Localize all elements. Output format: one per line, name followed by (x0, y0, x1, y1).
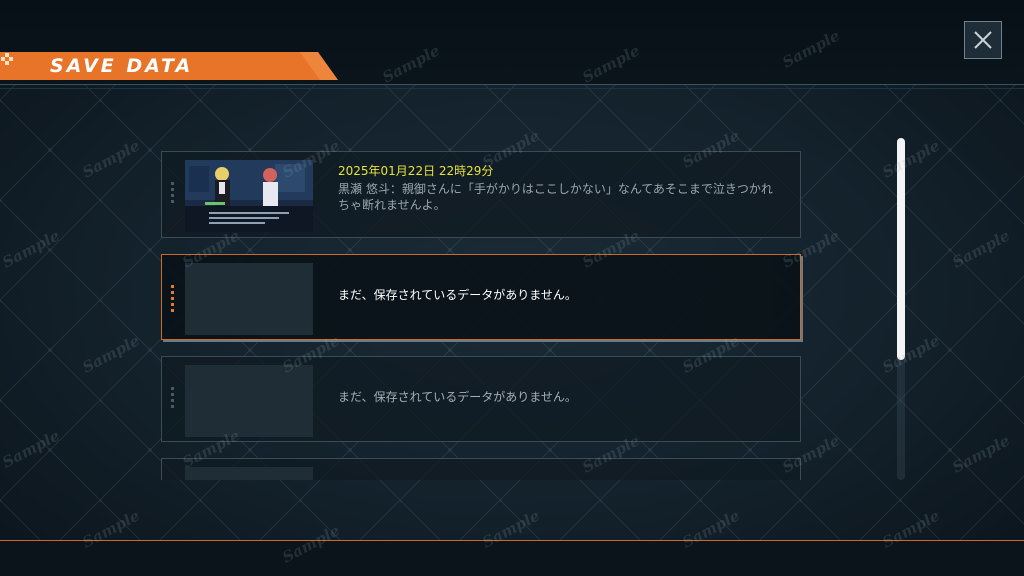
slot-indicator (171, 285, 175, 315)
empty-thumbnail (185, 263, 313, 335)
bottom-band (0, 541, 1024, 576)
save-slot-1[interactable]: 2025年01月22日 22時29分 黒瀬 悠斗：親御さんに「手がかりはここしか… (161, 151, 801, 238)
save-data-screen: SAVE DATA 2025年01月22日 22時29分 黒瀬 悠斗：親御さんに… (0, 0, 1024, 576)
save-date: 2025年01月22日 22時29分 (338, 164, 494, 178)
slot-indicator (171, 387, 175, 411)
save-slot-2[interactable]: まだ、保存されているデータがありません。 (161, 254, 801, 340)
empty-thumbnail (185, 365, 313, 437)
save-summary: 黒瀬 悠斗：親御さんに「手がかりはここしかない」なんてあそこまで泣きつかれちゃ断… (338, 182, 773, 212)
empty-thumbnail (185, 467, 313, 480)
save-slot-list: 2025年01月22日 22時29分 黒瀬 悠斗：親御さんに「手がかりはここしか… (0, 0, 1024, 480)
empty-slot-text: まだ、保存されているデータがありません。 (338, 390, 577, 404)
save-slot-3[interactable]: まだ、保存されているデータがありません。 (161, 356, 801, 442)
slot-indicator (171, 182, 175, 206)
empty-slot-text: まだ、保存されているデータがありません。 (338, 288, 577, 302)
save-slot-4[interactable] (161, 458, 801, 480)
